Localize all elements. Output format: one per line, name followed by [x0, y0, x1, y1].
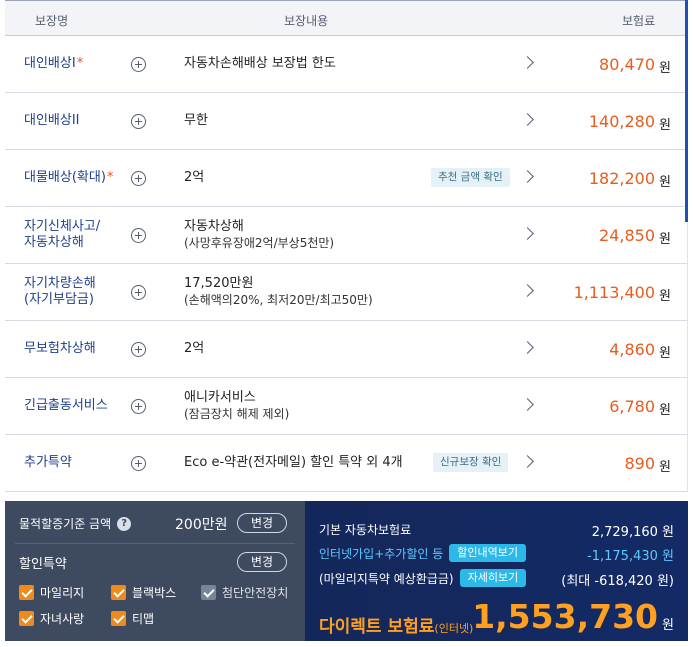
chevron-right-icon[interactable] — [521, 455, 534, 468]
table-row[interactable]: 자기신체사고/자동차상해 자동차상해 (사망후유장애2억/부상5천만) 24,85… — [5, 207, 687, 264]
table-row[interactable]: 대인배상II 무한 140,280 원 — [5, 93, 687, 150]
chevron-right-icon[interactable] — [521, 56, 534, 69]
expand-plus-icon[interactable] — [131, 342, 146, 357]
recommend-amount-badge[interactable]: 추천 금액 확인 — [431, 168, 510, 187]
chevron-right-icon[interactable] — [521, 227, 534, 240]
checkbox-blackbox[interactable]: 블랙박스 — [111, 584, 176, 601]
table-row[interactable]: 대물배상(확대) * 2억 추천 금액 확인 182,200 원 — [5, 150, 687, 207]
coverage-content: Eco e-약관(전자메일) 할인 특약 외 4개 — [184, 455, 403, 470]
coverage-content: 자동차손해배상 보장법 한도 — [184, 56, 336, 71]
expand-plus-icon[interactable] — [131, 456, 146, 471]
header-premium: 보험료 — [622, 14, 656, 28]
checkbox-checked-icon[interactable] — [19, 611, 34, 626]
coverage-name: 추가특약 — [24, 455, 72, 470]
coverage-content: 2억 — [184, 341, 205, 356]
premium-amount: 24,850 — [599, 226, 655, 245]
coverage-name: 자기차량손해 (자기부담금) — [24, 276, 96, 307]
chevron-right-icon[interactable] — [521, 341, 534, 354]
final-premium-value: 1,553,730 — [472, 597, 658, 636]
change-property-button[interactable]: 변경 — [237, 513, 288, 533]
table-header: 보장명 보장내용 보험료 — [5, 0, 687, 36]
checkbox-tmap[interactable]: 티맵 — [111, 610, 154, 627]
checkbox-checked-icon[interactable] — [111, 611, 126, 626]
premium-summary-panel: 기본 자동차보험료 2,729,160 원 인터넷가입+추가할인 등 할인내역보… — [305, 501, 688, 641]
final-premium-unit: 원 — [662, 618, 674, 633]
coverage-content: 무한 — [184, 113, 208, 128]
expand-plus-icon[interactable] — [131, 399, 146, 414]
scrollbar-thumb[interactable] — [685, 0, 688, 222]
coverage-content: 17,520만원 (손해액의20%, 최저20만/최고50만) — [184, 276, 373, 307]
property-threshold-label: 물적할증기준 금액 ? — [19, 515, 132, 532]
coverage-table: 보장명 보장내용 보험료 대인배상I * 자동차손해배상 보장법 한도 80,47… — [5, 0, 687, 492]
checkbox-checked-icon[interactable] — [19, 585, 34, 600]
premium-amount: 6,780 — [609, 397, 655, 416]
view-details-button[interactable]: 자세히보기 — [459, 569, 527, 587]
discount-label: 인터넷가입+추가할인 등 할인내역보기 — [319, 544, 527, 562]
coverage-content: 2억 — [184, 170, 205, 185]
premium-amount: 80,470 — [599, 55, 655, 74]
table-row[interactable]: 긴급출동서비스 애니카서비스 (잠금장치 해제 제외) 6,780 원 — [5, 378, 687, 435]
chevron-right-icon[interactable] — [521, 170, 534, 183]
view-discount-button[interactable]: 할인내역보기 — [449, 544, 527, 562]
expand-plus-icon[interactable] — [131, 228, 146, 243]
checkbox-safety-device[interactable]: 첨단안전장치 — [201, 584, 288, 601]
currency-unit: 원 — [659, 118, 671, 133]
coverage-name: 대인배상I * — [24, 56, 84, 71]
checkbox-disabled-icon[interactable] — [201, 585, 216, 600]
premium-amount: 140,280 — [588, 112, 655, 131]
chevron-right-icon[interactable] — [521, 113, 534, 126]
help-icon[interactable]: ? — [117, 516, 132, 531]
coverage-name: 자기신체사고/자동차상해 — [24, 219, 101, 250]
currency-unit: 원 — [659, 61, 671, 76]
discount-options-panel: 물적할증기준 금액 ? 200만원 변경 할인특약 변경 마일리지 블랙박스 첨… — [5, 501, 305, 641]
premium-amount: 4,860 — [609, 340, 655, 359]
table-row[interactable]: 무보험차상해 2억 4,860 원 — [5, 321, 687, 378]
coverage-content: 자동차상해 (사망후유장애2억/부상5천만) — [184, 219, 335, 250]
divider — [15, 543, 295, 544]
currency-unit: 원 — [659, 460, 671, 475]
chevron-right-icon[interactable] — [521, 284, 534, 297]
currency-unit: 원 — [659, 175, 671, 190]
premium-amount: 890 — [624, 454, 655, 473]
premium-amount: 1,113,400 — [573, 283, 655, 302]
coverage-name: 대인배상II — [24, 113, 80, 128]
coverage-name: 긴급출동서비스 — [24, 398, 108, 413]
checkbox-mileage[interactable]: 마일리지 — [19, 584, 84, 601]
base-premium-value: 2,729,160 원 — [591, 525, 674, 540]
base-premium-label: 기본 자동차보험료 — [319, 523, 412, 537]
expand-plus-icon[interactable] — [131, 57, 146, 72]
table-row[interactable]: 추가특약 Eco e-약관(전자메일) 할인 특약 외 4개 신규보장 확인 8… — [5, 435, 687, 492]
expand-plus-icon[interactable] — [131, 285, 146, 300]
chevron-right-icon[interactable] — [521, 398, 534, 411]
new-coverage-badge[interactable]: 신규보장 확인 — [433, 453, 509, 472]
mileage-refund-value: (최대 -618,420 원) — [561, 574, 674, 589]
header-content: 보장내용 — [284, 14, 329, 28]
coverage-name: 무보험차상해 — [24, 341, 96, 356]
currency-unit: 원 — [659, 289, 671, 304]
property-threshold-amount: 200만원 — [175, 517, 228, 533]
table-row[interactable]: 대인배상I * 자동차손해배상 보장법 한도 80,470 원 — [5, 36, 687, 93]
checkbox-checked-icon[interactable] — [111, 585, 126, 600]
header-name: 보장명 — [35, 14, 69, 28]
expand-plus-icon[interactable] — [131, 114, 146, 129]
final-premium-label: 다이렉트 보험료(인터넷) — [319, 617, 474, 637]
mileage-refund-label: (마일리지특약 예상환급금) 자세히보기 — [319, 569, 527, 587]
change-discount-button[interactable]: 변경 — [237, 552, 288, 572]
currency-unit: 원 — [659, 346, 671, 361]
currency-unit: 원 — [659, 232, 671, 247]
coverage-content: 애니카서비스 (잠금장치 해제 제외) — [184, 390, 290, 421]
premium-amount: 182,200 — [588, 169, 655, 188]
checkbox-child[interactable]: 자녀사랑 — [19, 610, 84, 627]
coverage-name: 대물배상(확대) * — [24, 170, 114, 185]
discount-title: 할인특약 — [19, 557, 67, 572]
expand-plus-icon[interactable] — [131, 171, 146, 186]
table-row[interactable]: 자기차량손해 (자기부담금) 17,520만원 (손해액의20%, 최저20만/최고… — [5, 264, 687, 321]
summary-panel: 물적할증기준 금액 ? 200만원 변경 할인특약 변경 마일리지 블랙박스 첨… — [5, 501, 688, 641]
discount-value: -1,175,430 원 — [587, 549, 674, 564]
currency-unit: 원 — [659, 403, 671, 418]
